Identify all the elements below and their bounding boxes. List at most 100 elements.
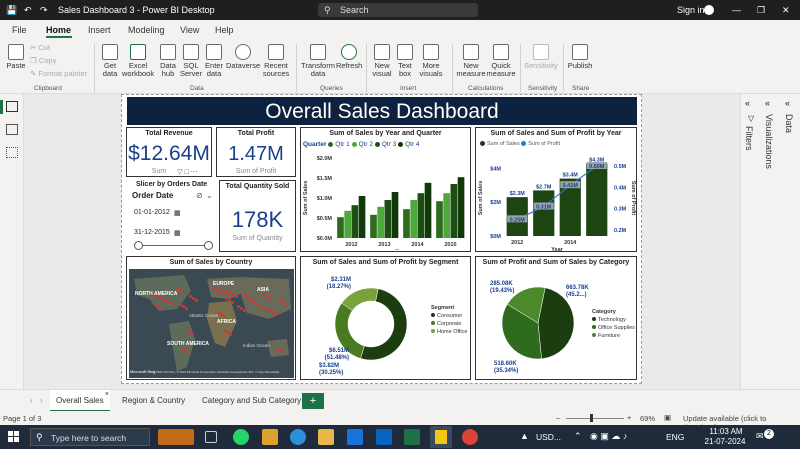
sign-in-link[interactable]: Sign in bbox=[677, 5, 705, 15]
legend-item-profit[interactable]: Sum of Profit bbox=[521, 141, 560, 147]
segment-donut-chart[interactable]: Sum of Sales and Sum of Profit by Segmen… bbox=[300, 256, 471, 380]
report-view-icon[interactable] bbox=[6, 101, 18, 112]
search-box[interactable]: ⚲ Search bbox=[318, 3, 478, 17]
language-indicator[interactable]: ENG bbox=[666, 432, 684, 442]
sql-server-button[interactable]: SQL Server bbox=[180, 42, 202, 78]
map-bubble[interactable] bbox=[171, 303, 174, 306]
calendar-icon[interactable]: ▦ bbox=[174, 229, 181, 237]
total-quantity-card[interactable]: Total Quantity Sold 178K Sum of Quantity bbox=[219, 180, 296, 252]
tab-scroll-right[interactable]: › bbox=[34, 390, 49, 412]
dataverse-button[interactable]: Dataverse bbox=[226, 42, 260, 70]
calendar-icon[interactable]: ▦ bbox=[174, 209, 181, 217]
map-bubble[interactable] bbox=[223, 315, 226, 318]
notification-icon[interactable]: ✉ bbox=[756, 431, 764, 442]
format-painter-button[interactable]: ✎ Format painter bbox=[30, 70, 90, 78]
data-pane-toggle[interactable]: Data bbox=[784, 114, 794, 133]
zoom-in-icon[interactable]: + bbox=[627, 413, 631, 422]
data-hub-button[interactable]: Data hub bbox=[156, 42, 180, 78]
sales-by-country-map[interactable]: Sum of Sales by Country NORTH AMERICA EU… bbox=[126, 256, 296, 380]
weather-widget[interactable]: USD... bbox=[536, 432, 561, 442]
map-bubble[interactable] bbox=[181, 291, 184, 294]
windows-start-icon[interactable] bbox=[8, 431, 20, 443]
map-bubble[interactable] bbox=[187, 351, 190, 354]
category-pie-chart[interactable]: Sum of Profit and Sum of Sales by Catego… bbox=[475, 256, 637, 380]
map-bubble[interactable] bbox=[185, 307, 188, 310]
map-bubble[interactable] bbox=[249, 297, 252, 300]
outlook-icon[interactable] bbox=[376, 429, 392, 445]
minimize-icon[interactable]: — bbox=[732, 5, 741, 15]
map-bubble[interactable] bbox=[275, 313, 278, 316]
menu-home[interactable]: Home bbox=[46, 25, 71, 35]
store-icon[interactable] bbox=[262, 429, 278, 445]
sensitivity-button[interactable]: Sensitivity bbox=[522, 42, 560, 70]
filters-pane-toggle[interactable]: Filters bbox=[744, 126, 754, 151]
collapse-data-icon[interactable]: « bbox=[785, 98, 790, 108]
map-bubble[interactable] bbox=[235, 295, 238, 298]
menu-insert[interactable]: Insert bbox=[88, 25, 111, 35]
enter-data-button[interactable]: Enter data bbox=[203, 42, 225, 78]
order-date-slicer[interactable]: Slicer by Orders Date Order Date ⊘ ⌄ 01-… bbox=[126, 179, 214, 253]
publish-button[interactable]: Publish bbox=[566, 42, 594, 70]
map-bubble[interactable] bbox=[281, 351, 284, 354]
new-visual-button[interactable]: New visual bbox=[370, 42, 394, 78]
recent-sources-button[interactable]: Recent sources bbox=[260, 42, 292, 78]
collapse-visualizations-icon[interactable]: « bbox=[765, 98, 770, 108]
slicer-end-handle[interactable] bbox=[204, 241, 213, 250]
menu-modeling[interactable]: Modeling bbox=[128, 25, 165, 35]
cut-button[interactable]: ✂ Cut bbox=[30, 44, 90, 52]
maximize-icon[interactable]: ❐ bbox=[757, 5, 765, 16]
zoom-out-icon[interactable]: – bbox=[556, 413, 560, 422]
chrome-icon[interactable] bbox=[462, 429, 478, 445]
task-view-icon[interactable] bbox=[205, 431, 217, 443]
text-box-button[interactable]: Text box bbox=[394, 42, 416, 78]
map-bubble[interactable] bbox=[255, 303, 258, 306]
excel-workbook-button[interactable]: Excel workbook bbox=[122, 42, 154, 78]
legend-item-q2[interactable]: Qtr 2 bbox=[351, 141, 373, 148]
menu-file[interactable]: File bbox=[12, 25, 27, 35]
menu-view[interactable]: View bbox=[180, 25, 199, 35]
news-widget-icon[interactable] bbox=[158, 429, 194, 445]
zoom-slider-thumb[interactable] bbox=[590, 414, 593, 422]
menu-help[interactable]: Help bbox=[215, 25, 234, 35]
transform-data-button[interactable]: Transform data bbox=[300, 42, 336, 78]
avatar[interactable] bbox=[704, 5, 714, 15]
excel-taskbar-icon[interactable] bbox=[404, 429, 420, 445]
paste-button[interactable]: Paste bbox=[4, 42, 28, 70]
close-tab-icon[interactable]: × bbox=[105, 384, 109, 406]
map-bubble[interactable] bbox=[195, 299, 198, 302]
tray-icons[interactable]: ◉ ▣ ☁ ♪ bbox=[590, 431, 627, 442]
taskbar-search[interactable]: ⚲ Type here to search bbox=[30, 428, 150, 446]
powerbi-taskbar-active[interactable] bbox=[430, 426, 452, 448]
copy-button[interactable]: ❐ Copy bbox=[30, 57, 90, 65]
map-bubble[interactable] bbox=[159, 307, 162, 310]
tray-chevron-icon[interactable]: ⌃ bbox=[574, 431, 582, 442]
table-view-icon[interactable] bbox=[6, 124, 18, 135]
tab-category-subcategory[interactable]: Category and Sub Category bbox=[196, 390, 307, 412]
chevron-down-icon[interactable]: ⌄ bbox=[206, 191, 213, 200]
slicer-start-handle[interactable] bbox=[134, 241, 143, 250]
model-view-icon[interactable] bbox=[6, 147, 18, 158]
quick-measure-button[interactable]: Quick measure bbox=[486, 42, 516, 78]
fit-page-icon[interactable]: ▣ bbox=[664, 413, 671, 422]
undo-icon[interactable]: ↶ bbox=[24, 5, 32, 16]
sales-by-year-quarter-chart[interactable]: Sum of Sales by Year and Quarter Quarter… bbox=[300, 127, 471, 252]
map-bubble[interactable] bbox=[229, 333, 232, 336]
map-canvas[interactable]: NORTH AMERICA EUROPE ASIA AFRICA SOUTH A… bbox=[129, 269, 294, 378]
refresh-button[interactable]: Refresh bbox=[336, 42, 362, 70]
more-visuals-button[interactable]: More visuals bbox=[417, 42, 445, 78]
sales-profit-by-year-chart[interactable]: Sum of Sales and Sum of Profit by Year S… bbox=[475, 127, 637, 252]
tab-overall-sales[interactable]: Overall Sales × bbox=[50, 390, 110, 412]
collapse-filters-icon[interactable]: « bbox=[745, 98, 750, 108]
map-bubble[interactable] bbox=[269, 297, 272, 300]
edge-icon[interactable] bbox=[290, 429, 306, 445]
legend-item-q3[interactable]: Qtr 3 bbox=[374, 141, 396, 148]
slicer-end-date[interactable]: 31-12-2015 bbox=[134, 229, 170, 236]
map-bubble[interactable] bbox=[231, 301, 234, 304]
eraser-icon[interactable]: ⊘ bbox=[196, 191, 203, 200]
zoom-slider[interactable] bbox=[566, 418, 624, 419]
add-page-button[interactable]: + bbox=[302, 393, 324, 409]
visualizations-pane-toggle[interactable]: Visualizations bbox=[764, 114, 774, 169]
map-bubble[interactable] bbox=[285, 303, 288, 306]
new-measure-button[interactable]: New measure bbox=[456, 42, 486, 78]
clock-date[interactable]: 21-07-2024 bbox=[700, 437, 750, 446]
